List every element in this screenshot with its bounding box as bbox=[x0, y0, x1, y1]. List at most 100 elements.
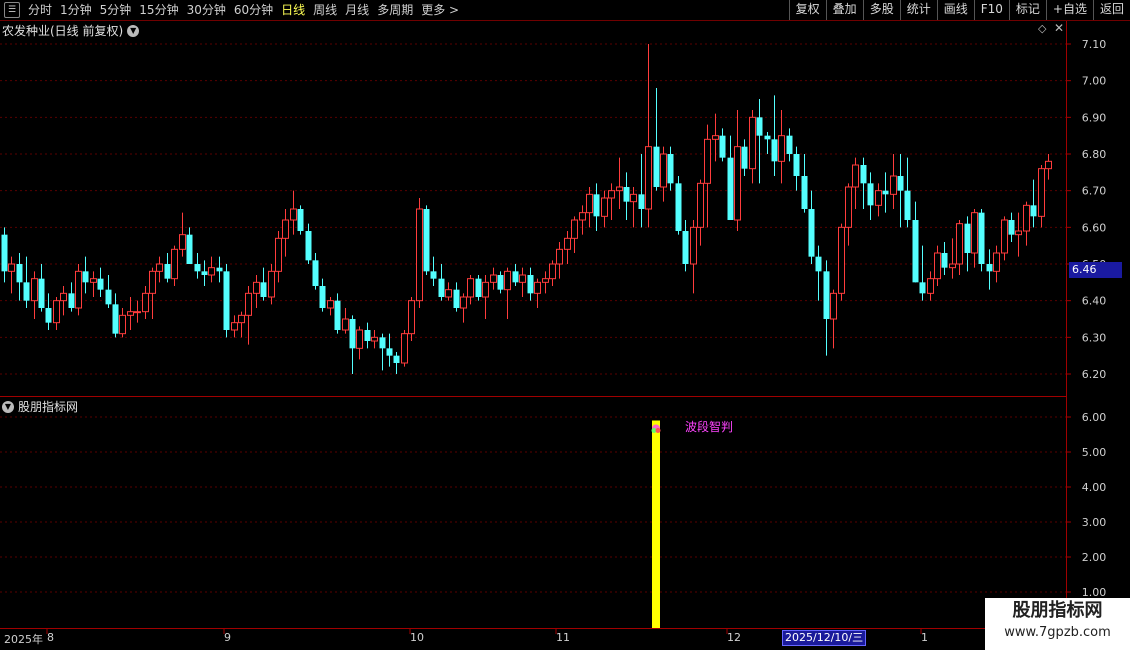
candle-body bbox=[741, 146, 748, 169]
xaxis-month-label: 8 bbox=[47, 631, 54, 644]
candle-body bbox=[764, 135, 771, 140]
y-tick-label: 2.00 bbox=[1082, 551, 1107, 564]
candle-body bbox=[186, 234, 193, 264]
candle-body bbox=[956, 223, 963, 265]
candle-body bbox=[334, 300, 341, 330]
y-tick-label: 6.20 bbox=[1082, 368, 1107, 381]
chart-canvas[interactable]: 7.107.006.906.806.706.606.506.406.306.20… bbox=[0, 0, 1130, 650]
candle-body bbox=[223, 271, 230, 330]
candle-body bbox=[231, 322, 238, 331]
candle-body bbox=[704, 138, 711, 184]
candle-body bbox=[579, 212, 586, 221]
candle-body bbox=[1001, 219, 1008, 254]
candle-body bbox=[238, 314, 245, 324]
y-tick-label: 5.00 bbox=[1082, 446, 1107, 459]
candle-body bbox=[601, 197, 608, 217]
candle-body bbox=[260, 282, 267, 297]
candle-body bbox=[8, 263, 15, 272]
candle-body bbox=[712, 135, 719, 140]
candle-body bbox=[564, 237, 571, 250]
candle-body bbox=[119, 314, 126, 335]
candle-body bbox=[749, 116, 756, 170]
candle-body bbox=[845, 186, 852, 228]
candle-body bbox=[75, 270, 82, 309]
candle-body bbox=[53, 300, 60, 324]
candle-body bbox=[756, 117, 763, 136]
candle-body bbox=[460, 296, 467, 309]
candle-body bbox=[467, 278, 474, 298]
candle-body bbox=[1023, 204, 1030, 232]
candle-body bbox=[875, 190, 882, 206]
y-tick-label: 4.00 bbox=[1082, 481, 1107, 494]
candle-body bbox=[16, 264, 23, 283]
candle-body bbox=[490, 274, 497, 283]
candle-body bbox=[941, 253, 948, 268]
candle-body bbox=[171, 248, 178, 280]
y-tick-label: 6.90 bbox=[1082, 111, 1107, 124]
candle-body bbox=[934, 252, 941, 280]
xaxis-month-label: 10 bbox=[410, 631, 424, 644]
candle-body bbox=[282, 219, 289, 239]
candle-body bbox=[497, 275, 504, 290]
candle-body bbox=[638, 194, 645, 209]
candle-body bbox=[1038, 168, 1045, 217]
candle-body bbox=[556, 248, 563, 265]
candle-body bbox=[660, 153, 667, 188]
candle-body bbox=[275, 237, 282, 272]
candle-body bbox=[586, 193, 593, 214]
candle-body bbox=[608, 190, 615, 199]
candle-body bbox=[364, 330, 371, 341]
candle-body bbox=[349, 319, 356, 349]
candle-body bbox=[305, 231, 312, 261]
xaxis-month-label: 9 bbox=[224, 631, 231, 644]
candle-body bbox=[919, 282, 926, 294]
candle-body bbox=[593, 194, 600, 217]
watermark-url: www.7gpzb.com bbox=[1004, 625, 1111, 640]
candle-body bbox=[808, 209, 815, 257]
candle-body bbox=[719, 135, 726, 158]
candle-body bbox=[778, 135, 785, 162]
candle-body bbox=[912, 220, 919, 283]
indicator-bar bbox=[652, 420, 660, 628]
candle-body bbox=[179, 234, 186, 250]
candle-body bbox=[667, 154, 674, 184]
candle-body bbox=[445, 289, 452, 298]
candle-body bbox=[697, 182, 704, 228]
y-tick-label: 6.40 bbox=[1082, 295, 1107, 308]
candle-body bbox=[38, 278, 45, 308]
candle-body bbox=[142, 292, 149, 313]
candle-body bbox=[801, 176, 808, 209]
candle-body bbox=[416, 208, 423, 302]
candle-body bbox=[519, 274, 526, 283]
candle-body bbox=[430, 271, 437, 279]
candle-body bbox=[379, 337, 386, 349]
candle-body bbox=[512, 271, 519, 283]
signal-marker bbox=[655, 428, 661, 433]
candle-body bbox=[82, 271, 89, 283]
candle-body bbox=[623, 187, 630, 202]
candle-body bbox=[268, 270, 275, 298]
candle-body bbox=[964, 223, 971, 253]
candle-body bbox=[630, 193, 637, 203]
candle-body bbox=[830, 292, 837, 320]
candle-body bbox=[453, 289, 460, 308]
candle-body bbox=[90, 278, 97, 283]
candle-body bbox=[127, 311, 134, 316]
candle-body bbox=[386, 348, 393, 356]
candle-body bbox=[504, 270, 511, 291]
candle-body bbox=[653, 146, 660, 187]
candle-body bbox=[986, 264, 993, 272]
y-tick-label: 6.70 bbox=[1082, 185, 1107, 198]
candle-body bbox=[408, 300, 415, 335]
candle-body bbox=[978, 212, 985, 264]
y-tick-label: 6.00 bbox=[1082, 411, 1107, 424]
candle-body bbox=[371, 336, 378, 342]
candle-body bbox=[852, 164, 859, 188]
candle-body bbox=[971, 212, 978, 254]
candle-body bbox=[867, 183, 874, 206]
xaxis-month-label: 12 bbox=[727, 631, 741, 644]
candle-body bbox=[993, 252, 1000, 272]
candle-body bbox=[1015, 230, 1022, 236]
candle-body bbox=[682, 231, 689, 264]
candle-body bbox=[838, 226, 845, 294]
